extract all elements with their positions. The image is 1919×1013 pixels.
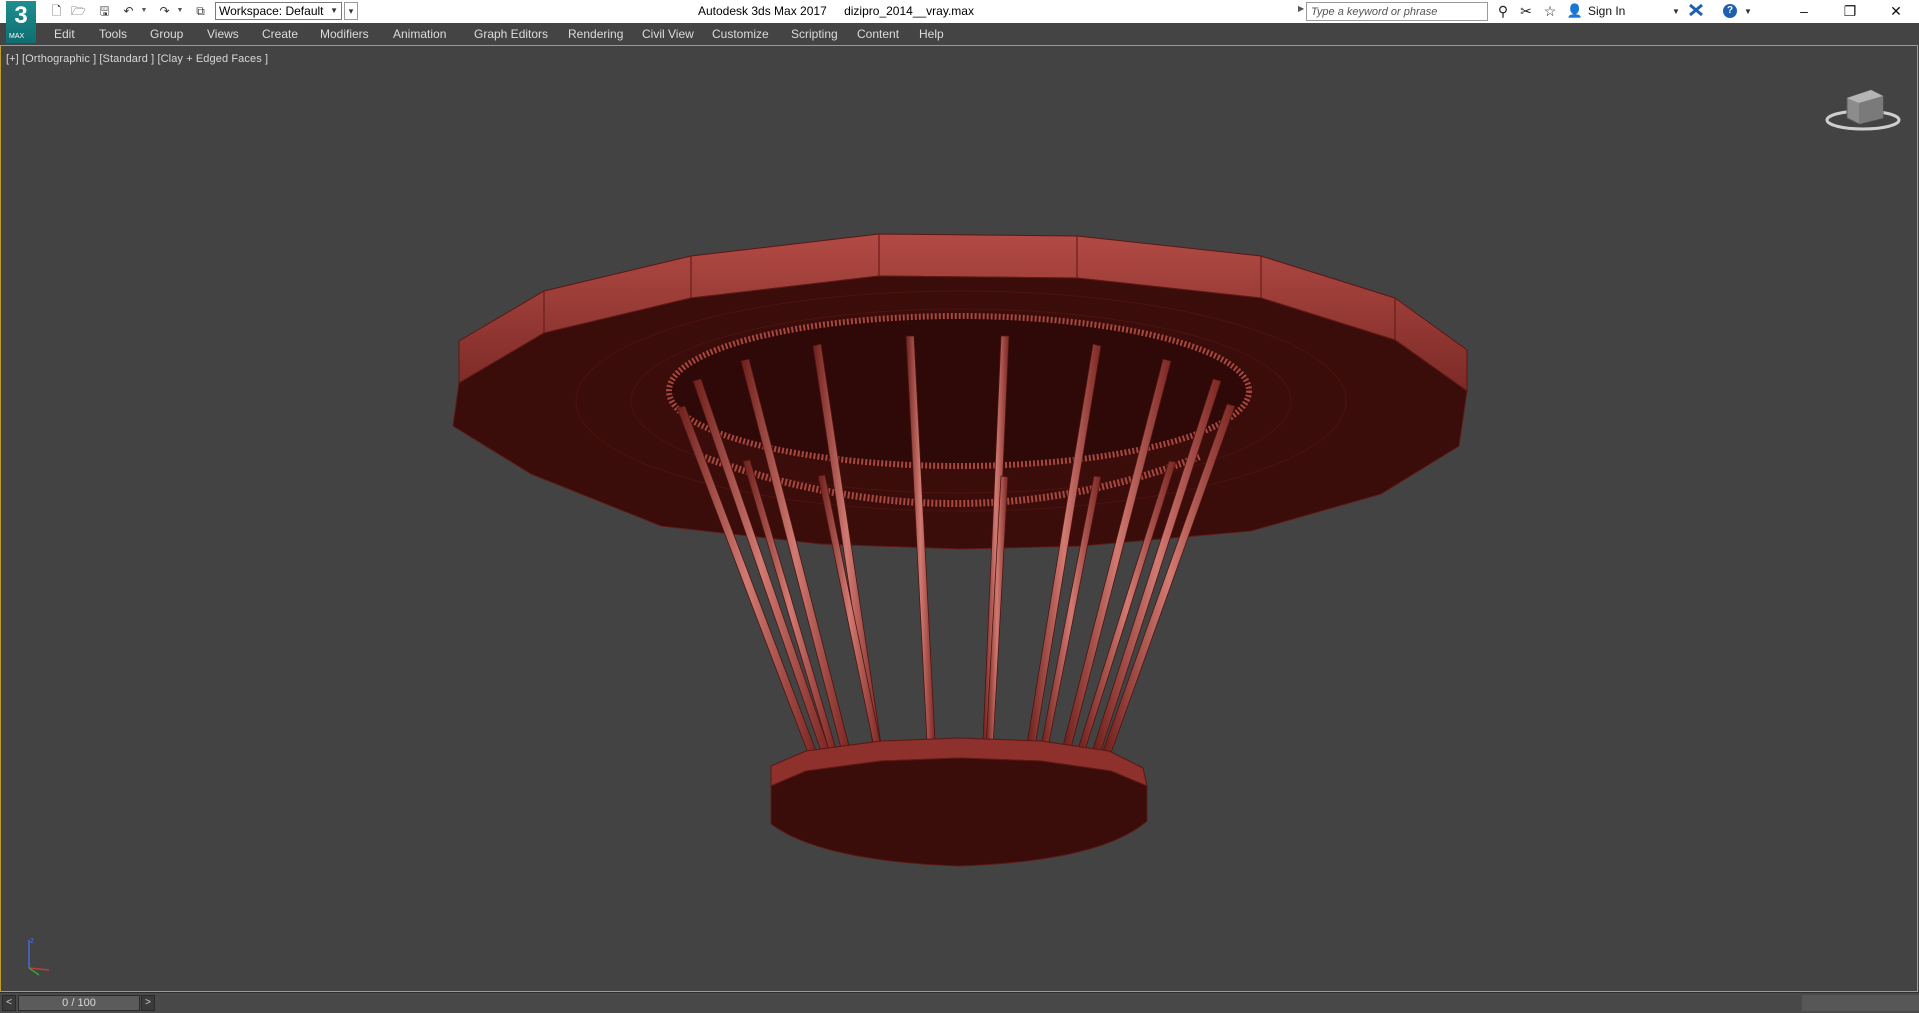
menu-edit[interactable]: Edit bbox=[54, 23, 75, 45]
time-slider-end-panel bbox=[1802, 995, 1919, 1011]
sign-in-button[interactable]: Sign In bbox=[1588, 0, 1625, 23]
time-slider-prev-button[interactable]: < bbox=[2, 995, 16, 1011]
help-icon[interactable]: ? bbox=[1723, 4, 1737, 18]
axis-tripod-icon: z bbox=[28, 936, 50, 976]
menu-bar: Edit Tools Group Views Create Modifiers … bbox=[0, 23, 1919, 45]
menu-scripting[interactable]: Scripting bbox=[791, 23, 838, 45]
favorites-star-icon[interactable]: ☆ bbox=[1541, 2, 1559, 20]
restore-button[interactable]: ❐ bbox=[1827, 0, 1873, 23]
menu-content[interactable]: Content bbox=[857, 23, 899, 45]
minimize-button[interactable]: – bbox=[1781, 0, 1827, 23]
workspace-label: Workspace: Default bbox=[219, 4, 324, 18]
perspective-viewport[interactable]: [+] [Orthographic ] [Standard ] [Clay + … bbox=[0, 45, 1918, 992]
menu-graph-editors[interactable]: Graph Editors bbox=[474, 23, 548, 45]
new-file-icon[interactable]: 🗋 bbox=[48, 3, 65, 19]
redo-icon[interactable]: ↷ bbox=[156, 3, 173, 19]
app-menu-button[interactable]: 3 MAX bbox=[6, 1, 36, 43]
close-button[interactable]: ✕ bbox=[1873, 0, 1919, 23]
app-logo-caption: MAX bbox=[9, 33, 25, 40]
file-name: dizipro_2014__vray.max bbox=[844, 4, 974, 18]
menu-tools[interactable]: Tools bbox=[99, 23, 127, 45]
undo-dropdown-icon[interactable]: ▼ bbox=[140, 4, 148, 18]
undo-icon[interactable]: ↶ bbox=[120, 3, 137, 19]
save-file-icon[interactable]: 🖫 bbox=[96, 3, 113, 19]
menu-modifiers[interactable]: Modifiers bbox=[320, 23, 369, 45]
workspace-chevron-down-icon: ▼ bbox=[330, 6, 338, 15]
viewport-scene[interactable] bbox=[1, 46, 1917, 991]
project-folder-icon[interactable]: ⧉ bbox=[192, 3, 209, 19]
sign-in-chevron-down-icon[interactable]: ▼ bbox=[1672, 0, 1680, 23]
workspace-selector[interactable]: Workspace: Default ▼ bbox=[215, 2, 342, 20]
menu-group[interactable]: Group bbox=[150, 23, 183, 45]
search-box[interactable] bbox=[1306, 2, 1488, 21]
menu-rendering[interactable]: Rendering bbox=[568, 23, 623, 45]
menu-civil-view[interactable]: Civil View bbox=[642, 23, 694, 45]
user-icon: 👤 bbox=[1566, 3, 1584, 18]
viewcube-icon[interactable] bbox=[1823, 76, 1903, 138]
search-input[interactable] bbox=[1311, 4, 1481, 19]
time-slider-next-button[interactable]: > bbox=[141, 995, 155, 1011]
exchange-icon[interactable] bbox=[1687, 2, 1705, 20]
search-expand-icon[interactable]: ▶ bbox=[1298, 4, 1304, 13]
time-slider: < 0 / 100 > bbox=[0, 992, 1919, 1013]
menu-views[interactable]: Views bbox=[207, 23, 239, 45]
app-logo-glyph: 3 bbox=[14, 2, 28, 29]
quick-access-customize-icon[interactable]: ▾ bbox=[344, 2, 358, 20]
table-base[interactable] bbox=[770, 737, 1148, 867]
viewport-label[interactable]: [+] [Orthographic ] [Standard ] [Clay + … bbox=[6, 53, 268, 65]
binoculars-icon[interactable]: ⚲ bbox=[1494, 2, 1512, 20]
menu-help[interactable]: Help bbox=[919, 23, 944, 45]
open-file-icon[interactable]: 🗁 bbox=[70, 3, 87, 19]
time-slider-track[interactable] bbox=[160, 995, 1800, 1011]
redo-dropdown-icon[interactable]: ▼ bbox=[176, 4, 184, 18]
tools-icon[interactable]: ✂ bbox=[1517, 2, 1535, 20]
title-bar: 3 MAX 🗋 🗁 🖫 ↶ ▼ ↷ ▼ ⧉ Workspace: Default… bbox=[0, 0, 1919, 43]
time-slider-thumb[interactable]: 0 / 100 bbox=[18, 995, 140, 1011]
svg-text:z: z bbox=[30, 936, 34, 945]
menu-create[interactable]: Create bbox=[262, 23, 298, 45]
table-base-bottom bbox=[770, 757, 1148, 867]
help-chevron-down-icon[interactable]: ▼ bbox=[1744, 0, 1752, 23]
menu-customize[interactable]: Customize bbox=[712, 23, 769, 45]
app-name: Autodesk 3ds Max 2017 bbox=[698, 4, 827, 18]
menu-animation[interactable]: Animation bbox=[393, 23, 446, 45]
